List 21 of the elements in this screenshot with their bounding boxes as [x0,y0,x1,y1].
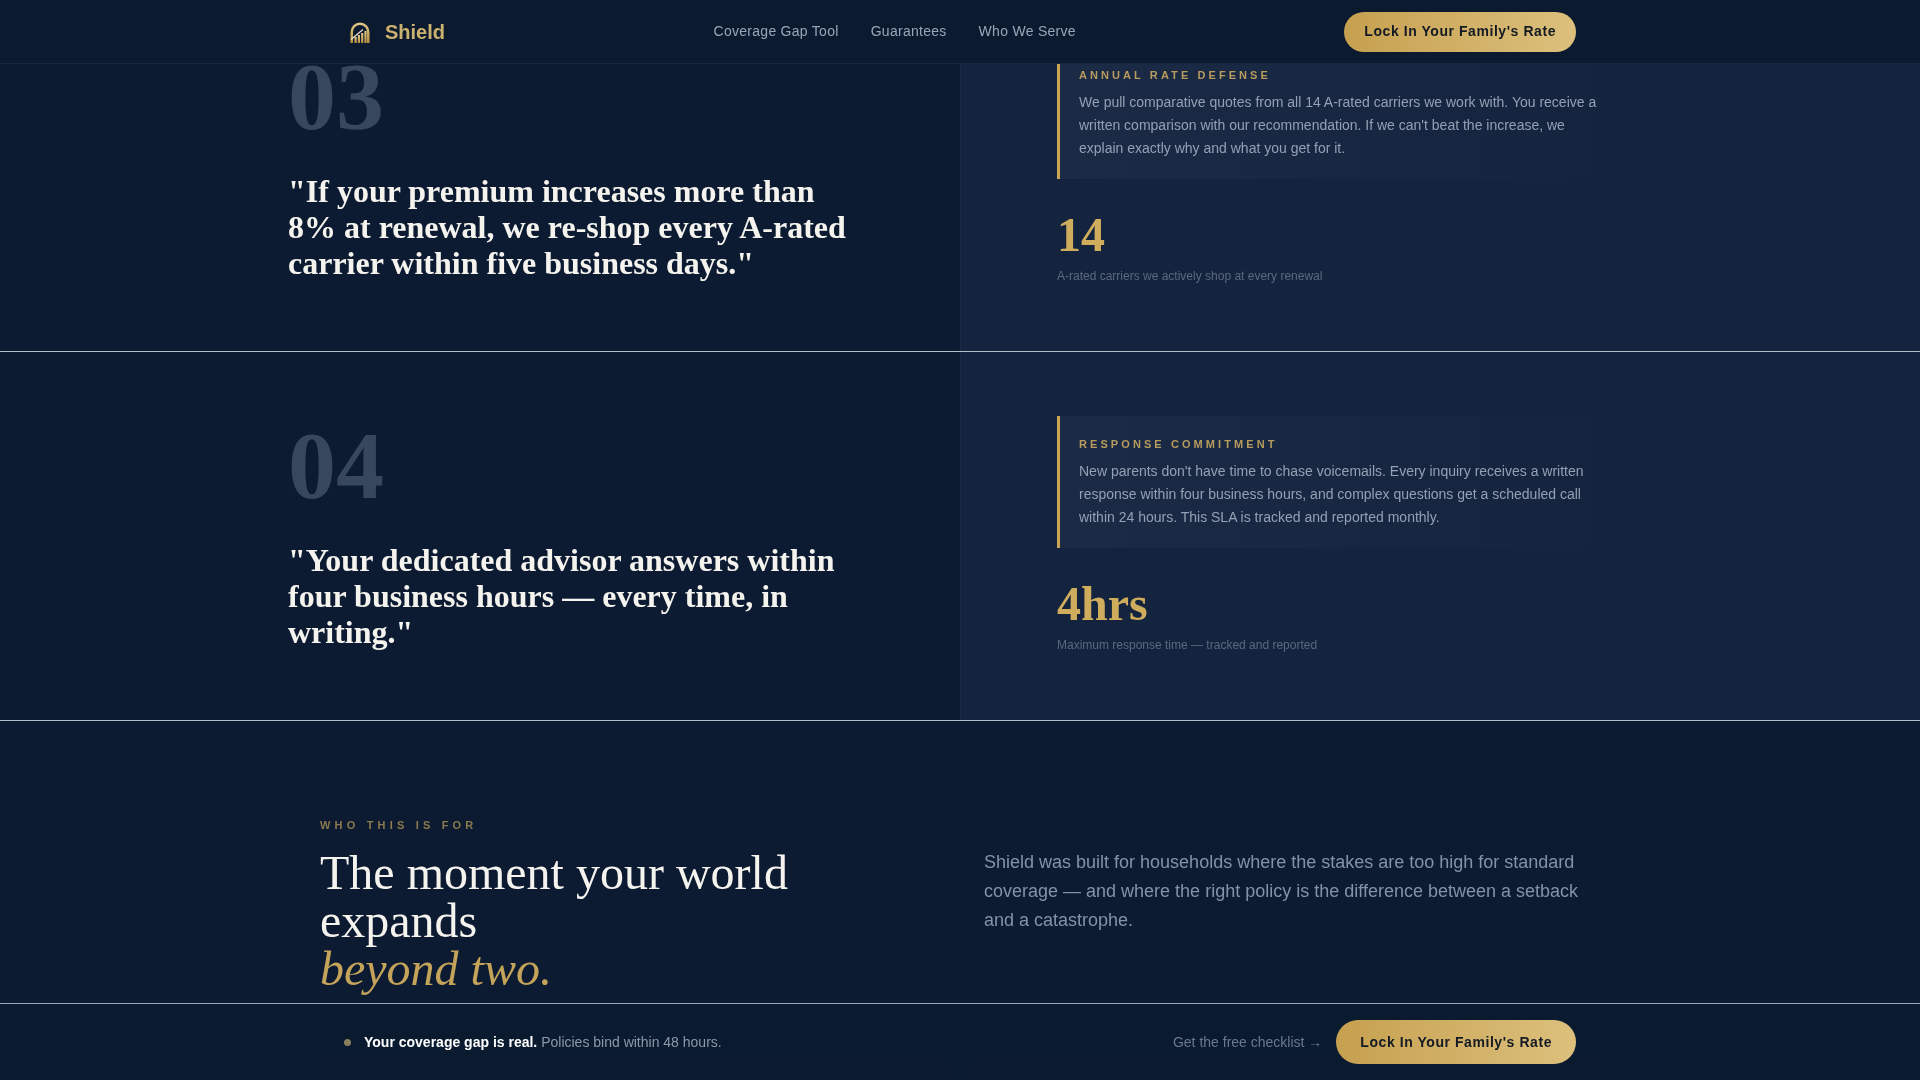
guarantee-description: We pull comparative quotes from all 14 A-rated carriers we work with. You receive a written comparison with our recommendation. If we can't beat the increase, we explain exactly why and what you get for it. [1079,93,1598,158]
guarantee-quote: "If your premium increases more than 8% at renewal, we re-shop every A-rated carrier within five business days." [288,173,847,281]
coverage-message: Your coverage gap is real. Policies bind within 48 hours. [364,1032,722,1052]
stat-value: 14 [1057,211,1105,259]
section-eyebrow: WHO THIS IS FOR [320,818,478,833]
stat-caption: Maximum response time — tracked and reported [1057,637,1318,653]
nav-link[interactable]: Who We Serve [978,21,1076,42]
guarantee-quote: "Your dedicated advisor answers within four business hours — every time, in writing." [288,542,836,650]
cta-button[interactable]: Lock In Your Family's Rate [1344,11,1576,52]
stat-value: 4hrs [1057,580,1148,628]
stat-caption: A-rated carriers we actively shop at every renewal [1057,268,1323,284]
brand-name[interactable]: Shield [385,16,445,47]
guarantee-description: New parents don't have time to chase voicemails. Every inquiry receives a written response within four business hours, and complex questions get a scheduled call within 24 hours. This SLA is tracked and reported monthly. [1079,462,1585,527]
section-description: Shield was built for households where the stakes are too high for standard coverage — and where the right policy is the difference between a setback and a catastrophe. [984,851,1580,932]
cta-button[interactable]: Lock In Your Family's Rate [1336,1020,1576,1064]
nav-link[interactable]: Guarantees [870,21,947,42]
section-heading: The moment your world expands [320,849,789,945]
nav-link[interactable]: Coverage Gap Tool [713,21,839,42]
guarantee-label: RESPONSE COMMITMENT [1079,437,1279,452]
guarantee-label: ANNUAL RATE DEFENSE [1079,68,1272,83]
checklist-link[interactable]: Get the free checklist → [1172,1031,1323,1053]
